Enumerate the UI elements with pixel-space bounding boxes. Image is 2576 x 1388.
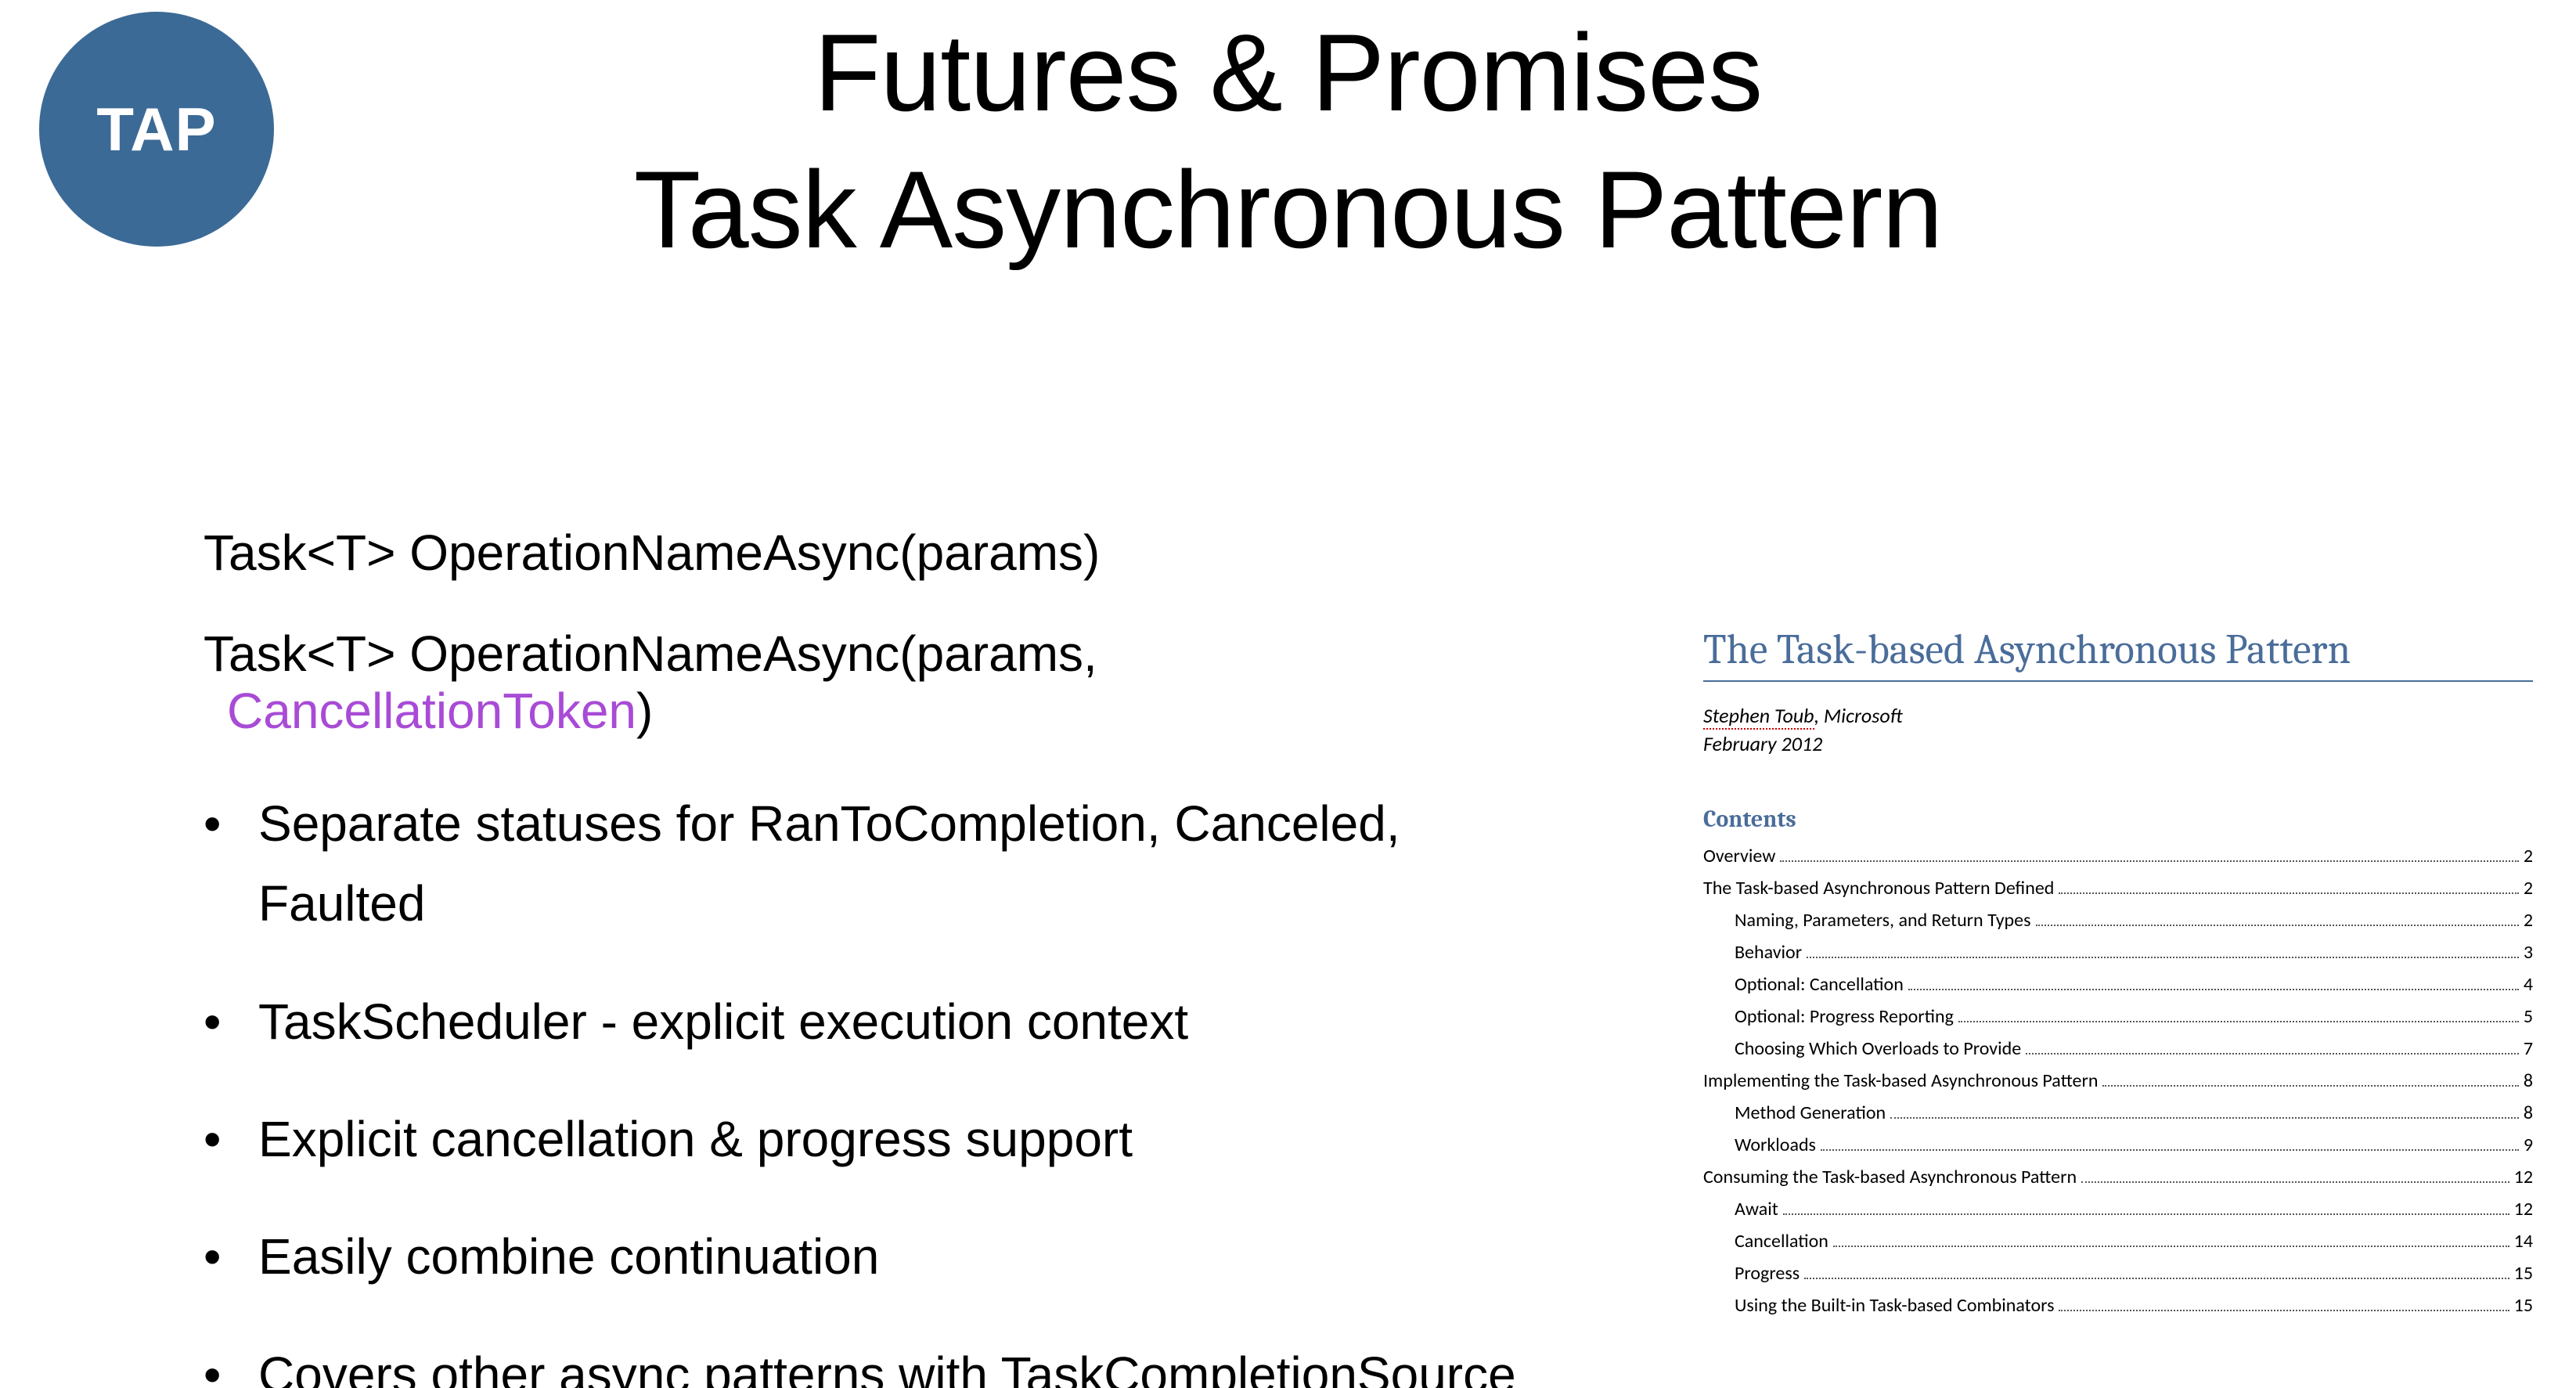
toc-leader [1821,1149,2519,1151]
toc-page: 8 [2524,1101,2533,1124]
table-of-contents: Overview 2 The Task-based Asynchronous Pat… [1703,845,2533,1317]
toc-entry: Optional: Cancellation 4 [1703,973,2533,996]
toc-label: Optional: Cancellation [1735,973,1904,996]
toc-leader [2102,1085,2518,1087]
doc-meta: Stephen Toub, Microsoft February 2012 [1703,701,2533,759]
toc-page: 4 [2524,973,2533,996]
toc-entry: Consuming the Task-based Asynchronous Pa… [1703,1166,2533,1188]
toc-page: 5 [2524,1005,2533,1028]
toc-leader [1958,1021,2519,1022]
toc-entry: Behavior 3 [1703,941,2533,964]
toc-label: Choosing Which Overloads to Provide [1735,1037,2021,1060]
toc-entry: Implementing the Task-based Asynchronous… [1703,1069,2533,1092]
toc-label: Consuming the Task-based Asynchronous Pa… [1703,1166,2077,1188]
toc-leader [2059,1310,2509,1311]
bullet-item: Explicit cancellation & progress support [204,1099,1534,1179]
toc-page: 8 [2524,1069,2533,1092]
title-line-2: Task Asynchronous Pattern [0,141,2576,278]
toc-page: 2 [2524,845,2533,867]
slide-title: Futures & Promises Task Asynchronous Pat… [0,4,2576,278]
body-column: Task<T> OperationNameAsync(params) Task<… [204,525,1534,1388]
sig2-prefix: Task<T> OperationNameAsync(params, [204,626,1097,682]
toc-label: Behavior [1735,941,1802,964]
toc-label: Implementing the Task-based Asynchronous… [1703,1069,2098,1092]
method-signature-2: Task<T> OperationNameAsync(params, Cance… [204,626,1534,741]
toc-label: Method Generation [1735,1101,1886,1124]
toc-entry: Method Generation 8 [1703,1101,2533,1124]
toc-label: Progress [1735,1262,1800,1285]
toc-label: Workloads [1735,1134,1816,1156]
bullet-item: Separate statuses for RanToCompletion, C… [204,784,1534,944]
toc-entry: Naming, Parameters, and Return Types 2 [1703,909,2533,932]
toc-leader [1908,989,2519,990]
toc-page: 12 [2514,1166,2533,1188]
toc-leader [2026,1053,2519,1055]
toc-page: 3 [2524,941,2533,964]
toc-entry: The Task-based Asynchronous Pattern Defi… [1703,877,2533,899]
toc-page: 2 [2524,877,2533,899]
toc-label: Overview [1703,845,1775,867]
toc-leader [1807,957,2519,958]
method-signature-1: Task<T> OperationNameAsync(params) [204,525,1534,582]
toc-entry: Optional: Progress Reporting 5 [1703,1005,2533,1028]
toc-label: Using the Built-in Task-based Combinator… [1735,1294,2054,1317]
toc-page: 15 [2514,1294,2533,1317]
doc-date: February 2012 [1703,730,2533,758]
toc-label: The Task-based Asynchronous Pattern Defi… [1703,877,2054,899]
toc-page: 2 [2524,909,2533,932]
toc-leader [1783,1213,2509,1215]
toc-page: 15 [2514,1262,2533,1285]
toc-leader [1804,1278,2509,1279]
toc-label: Await [1735,1198,1778,1220]
bullet-list: Separate statuses for RanToCompletion, C… [204,784,1534,1388]
sig2-highlight: CancellationToken [227,683,636,739]
toc-entry: Using the Built-in Task-based Combinator… [1703,1294,2533,1317]
toc-leader [1890,1117,2519,1119]
toc-page: 12 [2514,1198,2533,1220]
bullet-item: Covers other async patterns with TaskCom… [204,1335,1534,1388]
sig2-suffix: ) [636,683,653,739]
bullet-item: Easily combine continuation [204,1217,1534,1296]
toc-leader [1780,860,2518,862]
toc-entry: Workloads 9 [1703,1134,2533,1156]
doc-title: The Task-based Asynchronous Pattern [1703,626,2533,682]
toc-leader [2036,925,2519,926]
contents-heading: Contents [1703,806,2533,833]
toc-label: Naming, Parameters, and Return Types [1735,909,2031,932]
toc-entry: Overview 2 [1703,845,2533,867]
toc-label: Optional: Progress Reporting [1735,1005,1954,1028]
doc-author-rest: , Microsoft [1814,703,1903,728]
toc-page: 9 [2524,1134,2533,1156]
bullet-item: TaskScheduler - explicit execution conte… [204,982,1534,1062]
title-line-1: Futures & Promises [0,4,2576,141]
slide: TAP Futures & Promises Task Asynchronous… [0,0,2576,1388]
toc-page: 7 [2524,1037,2533,1060]
toc-label: Cancellation [1735,1230,1828,1253]
toc-leader [2081,1181,2509,1183]
toc-entry: Cancellation 14 [1703,1230,2533,1253]
toc-entry: Choosing Which Overloads to Provide 7 [1703,1037,2533,1060]
doc-author-name: Stephen Toub [1703,703,1814,730]
embedded-document: The Task-based Asynchronous Pattern Step… [1703,626,2533,1326]
toc-leader [1833,1246,2509,1247]
toc-leader [2059,892,2518,894]
toc-entry: Progress 15 [1703,1262,2533,1285]
toc-page: 14 [2514,1230,2533,1253]
toc-entry: Await 12 [1703,1198,2533,1220]
